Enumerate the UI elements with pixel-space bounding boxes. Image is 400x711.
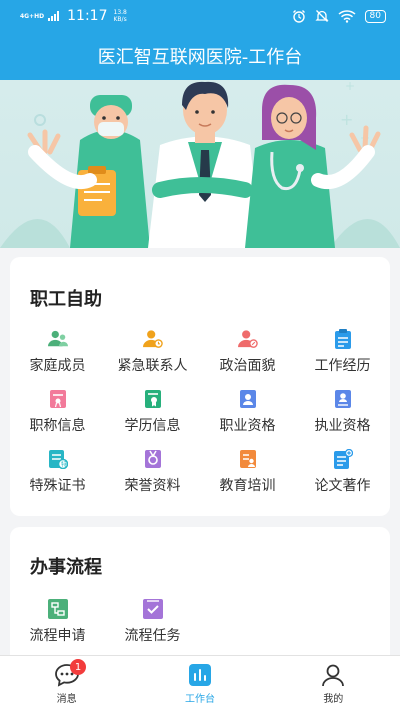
honor-button[interactable]: 荣誉资料: [105, 449, 200, 494]
svg-text:特: 特: [61, 461, 67, 469]
education-info-icon: [143, 389, 163, 409]
title-info-icon: [48, 389, 68, 409]
emergency-contact-button[interactable]: 紧急联系人: [105, 329, 200, 374]
tab-messages-label: 消息: [56, 693, 77, 705]
self-service-grid: 家庭成员 紧急联系人 政治面貌 工作经历 职称信息 学历信息 职业资格 执业资格…: [10, 329, 390, 494]
process-task-label: 流程任务: [124, 628, 181, 644]
process-task-icon: [142, 599, 163, 619]
paper-icon: [333, 449, 353, 469]
process-task-button[interactable]: 流程任务: [105, 599, 200, 644]
political-status-icon: [237, 329, 258, 349]
medical-staff-illustration: + + +: [0, 80, 400, 248]
header: 医汇智互联网医院-工作台: [0, 32, 400, 80]
svg-text:+: +: [345, 80, 355, 93]
education-info-button[interactable]: 学历信息: [105, 389, 200, 434]
practice-qualification-button[interactable]: 执业资格: [295, 389, 390, 434]
family-members-button[interactable]: 家庭成员: [10, 329, 105, 374]
practice-qualification-label: 执业资格: [314, 418, 371, 434]
page-title: 医汇智互联网医院-工作台: [97, 47, 303, 68]
tab-profile-label: 我的: [323, 693, 344, 705]
wifi-icon: [338, 10, 356, 23]
tab-workbench[interactable]: 工作台: [133, 656, 266, 711]
process-apply-label: 流程申请: [29, 628, 86, 644]
training-icon: [238, 449, 258, 469]
occupational-qualification-label: 职业资格: [219, 418, 276, 434]
paper-label: 论文著作: [314, 478, 371, 494]
status-bar: 4G+HD 11:17 13.8 KB/s 80: [0, 0, 400, 32]
unread-badge: 1: [70, 659, 86, 675]
special-certificate-icon: 特: [48, 449, 68, 469]
paper-button[interactable]: 论文著作: [295, 449, 390, 494]
honor-icon: [143, 449, 163, 469]
workbench-icon: [188, 663, 211, 686]
education-info-label: 学历信息: [124, 418, 181, 434]
status-time: 11:17: [67, 8, 108, 24]
network-type: 4G+HD: [20, 12, 45, 20]
work-history-icon: [333, 329, 353, 349]
profile-icon: [322, 664, 345, 686]
workflow-grid: 流程申请 流程任务: [10, 599, 390, 644]
self-service-title: 职工自助: [30, 289, 102, 310]
emergency-contact-icon: [142, 329, 163, 349]
mute-icon: [314, 10, 329, 22]
occupational-qualification-icon: [238, 389, 258, 409]
tab-messages[interactable]: 1 消息: [0, 656, 133, 711]
tab-workbench-label: 工作台: [184, 693, 215, 705]
bottom-tab-bar: 1 消息 工作台 我的: [0, 655, 400, 711]
battery-icon: 80: [364, 9, 386, 23]
special-certificate-label: 特殊证书: [29, 478, 86, 494]
workflow-title: 办事流程: [30, 557, 102, 578]
net-speed: 13.8 KB/s: [114, 9, 127, 23]
title-info-label: 职称信息: [29, 418, 86, 434]
self-service-card: 职工自助 家庭成员 紧急联系人 政治面貌 工作经历 职称信息 学历信息 职业资格: [10, 257, 390, 516]
net-speed-value: 13.8: [113, 9, 127, 16]
work-history-label: 工作经历: [314, 358, 371, 374]
work-history-button[interactable]: 工作经历: [295, 329, 390, 374]
process-apply-icon: [47, 599, 68, 619]
honor-label: 荣誉资料: [124, 478, 181, 494]
special-certificate-button[interactable]: 特 特殊证书: [10, 449, 105, 494]
alarm-icon: [292, 10, 305, 23]
banner-illustration: + + +: [0, 80, 400, 248]
workflow-card: 办事流程 流程申请 流程任务: [10, 527, 390, 667]
training-label: 教育培训: [219, 478, 276, 494]
training-button[interactable]: 教育培训: [200, 449, 295, 494]
emergency-contact-label: 紧急联系人: [117, 358, 188, 374]
family-members-icon: [47, 329, 68, 349]
political-status-label: 政治面貌: [219, 358, 276, 374]
title-info-button[interactable]: 职称信息: [10, 389, 105, 434]
signal-icon: [48, 11, 60, 21]
family-members-label: 家庭成员: [29, 358, 86, 374]
practice-qualification-icon: [333, 389, 353, 409]
occupational-qualification-button[interactable]: 职业资格: [200, 389, 295, 434]
svg-text:+: +: [340, 110, 353, 129]
process-apply-button[interactable]: 流程申请: [10, 599, 105, 644]
net-speed-unit: KB/s: [113, 16, 127, 23]
tab-profile[interactable]: 我的: [267, 656, 400, 711]
political-status-button[interactable]: 政治面貌: [200, 329, 295, 374]
